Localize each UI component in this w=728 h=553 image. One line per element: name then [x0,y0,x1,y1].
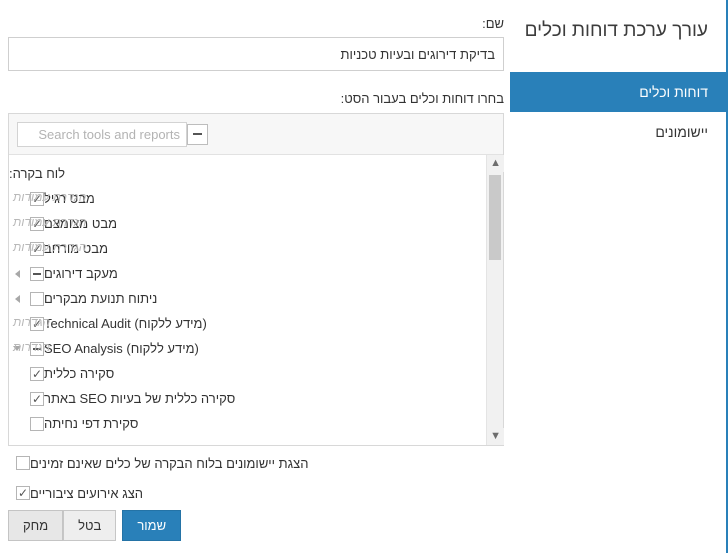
search-input[interactable] [17,121,187,147]
sidebar-item-widgets[interactable]: יישומונים [510,112,726,152]
tree-row-label: SEO Analysis (מידע ללקוח) [44,341,199,356]
tree-row[interactable]: מעקב דירוגים [9,261,476,286]
minus-icon [193,133,202,135]
check-icon: ✓ [31,391,43,406]
checkbox-checked[interactable]: ✓ [16,486,30,500]
name-label: שם: [482,16,504,31]
sidebar-item-reports-and-tools[interactable]: דוחות וכלים [510,72,726,112]
tree-row-label: מעקב דירוגים [44,266,118,281]
cancel-button[interactable]: בטל [63,510,117,541]
picker-toolbar [9,114,503,155]
dialog-footer: מחק בטל שמור [8,510,504,541]
tree-row-label: ניתוח תנועת מבקרים [44,291,158,306]
tree-row[interactable]: ✓ Technical Audit (מידע ללקוח) הגדרות [9,311,476,336]
tree-row-label: Technical Audit (מידע ללקוח) [44,316,207,331]
tree-area: לוח בקרה: ✓ מבט רגיל הגדרת עמודות ✓ מבט … [9,155,504,445]
configure-columns-link[interactable]: הגדרת עמודות [13,190,86,204]
settings-link[interactable]: הגדרות [13,315,50,329]
checkbox-checked[interactable]: ✓ [30,366,44,381]
checkbox-checked[interactable]: ✓ [30,391,44,406]
footer-action-group: בטל שמור [63,510,182,541]
configure-columns-link[interactable]: הגדרת עמודות [13,240,86,254]
tree-toggle-collapsed[interactable] [10,294,24,303]
tree-row[interactable]: ✓ מבט מצומצם הגדרת עמודות [9,211,476,236]
tree-row-label: סקירת דפי נחיתה [44,416,139,431]
tree-group-header-label: לוח בקרה: [9,166,66,181]
check-icon: ✓ [31,366,43,381]
tree-row-label: סקירה כללית של בעיות SEO באתר [44,391,236,406]
editor-pane: שם: בחרו דוחות וכלים בעבור הסט: לוח בקרה… [0,0,510,553]
nav-sidebar: עורך ערכת דוחות וכלים דוחות וכלים יישומו… [510,0,728,553]
option-row-unavailable-widgets[interactable]: הצגת יישומונים בלוח הבקרה של כלים שאינם … [8,446,504,476]
checkbox-unchecked[interactable] [16,456,30,470]
picker-label: בחרו דוחות וכלים בעבור הסט: [340,91,504,106]
sidebar-item-label: דוחות וכלים [639,84,708,100]
checkbox-unchecked[interactable] [30,291,44,306]
checkbox-indeterminate[interactable] [30,266,44,281]
delete-button[interactable]: מחק [8,510,64,541]
page-title: עורך ערכת דוחות וכלים [524,20,708,41]
scroll-up-button[interactable]: ▲ [487,155,504,172]
tree-row[interactable]: ניתוח תנועת מבקרים [9,286,476,311]
chevron-up-icon: ▲ [490,157,501,169]
chevron-down-icon: ▼ [490,430,501,442]
triangle-left-icon [14,269,20,278]
tree-row[interactable]: סקירת דפי נחיתה [9,411,476,436]
tree-scrollbar[interactable]: ▲ ▼ [486,155,504,445]
scroll-down-button[interactable]: ▼ [487,428,504,445]
collapse-all-button[interactable] [187,123,208,145]
checkbox-unchecked[interactable] [30,416,44,431]
option-label: הצגת יישומונים בלוח הבקרה של כלים שאינם … [30,455,309,471]
option-row-public-events[interactable]: ✓ הצג אירועים ציבוריים [8,476,504,506]
dashboard-settings-dialog: עורך ערכת דוחות וכלים דוחות וכלים יישומו… [0,0,728,553]
triangle-left-icon [14,294,20,303]
tree-row[interactable]: ✓ מבט רגיל הגדרת עמודות [9,186,476,211]
set-name-input[interactable] [8,37,504,71]
dash-icon [33,272,41,275]
tree-row-label: סקירה כללית [44,366,115,381]
tree-row[interactable]: SEO Analysis (מידע ללקוח) הגדרות [9,336,476,361]
tree-group-header: לוח בקרה: [9,161,476,186]
nav-list: דוחות וכלים יישומונים [510,72,726,152]
tools-picker: לוח בקרה: ✓ מבט רגיל הגדרת עמודות ✓ מבט … [8,113,504,446]
save-button[interactable]: שמור [122,510,182,541]
settings-link[interactable]: הגדרות [13,340,50,354]
configure-columns-link[interactable]: הגדרת עמודות [13,215,86,229]
tree-row[interactable]: ✓ סקירה כללית [9,361,476,386]
tree-list: לוח בקרה: ✓ מבט רגיל הגדרת עמודות ✓ מבט … [9,155,486,445]
scrollbar-thumb[interactable] [489,175,501,260]
tree-row[interactable]: ✓ מבט מורחב הגדרת עמודות [9,236,476,261]
tree-row[interactable]: ✓ סקירה כללית של בעיות SEO באתר [9,386,476,411]
check-icon: ✓ [17,486,29,500]
sidebar-item-label: יישומונים [655,124,708,140]
option-label: הצג אירועים ציבוריים [30,485,144,501]
tree-toggle-collapsed[interactable] [10,269,24,278]
